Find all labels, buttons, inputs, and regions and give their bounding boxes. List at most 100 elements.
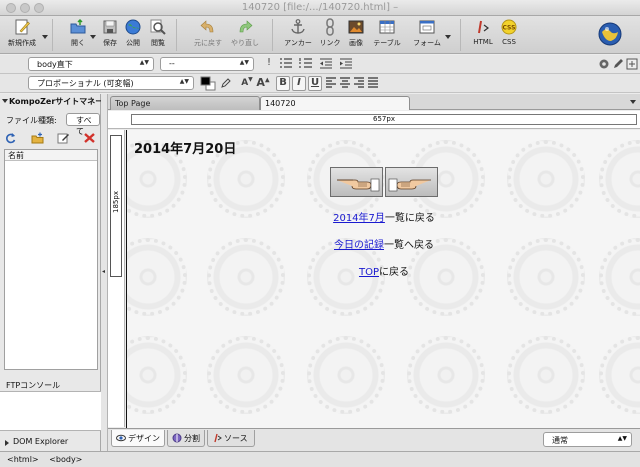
site-manager-header[interactable]: KompoZerサイトマネー — [0, 94, 101, 108]
html-validate-icon — [478, 20, 489, 34]
save-button[interactable]: 保存 — [100, 18, 120, 48]
outdent-button[interactable] — [318, 57, 334, 72]
bulleted-list-icon — [280, 58, 292, 68]
link-label: リンク — [319, 39, 341, 47]
tab-design[interactable]: デザイン — [111, 430, 165, 447]
new-folder-icon[interactable] — [31, 132, 44, 144]
tab-top-page[interactable]: Top Page — [110, 96, 260, 110]
status-tag-html[interactable]: <html> — [7, 455, 39, 464]
style-icon[interactable] — [626, 58, 638, 70]
undo-label: 元に戻す — [194, 39, 222, 47]
anchor-button[interactable]: アンカー — [282, 18, 314, 48]
new-button[interactable]: 新規作成 — [4, 18, 40, 48]
updown-arrows-icon: ▲▼ — [239, 59, 249, 66]
publish-label: 公開 — [126, 39, 140, 47]
background-gear — [407, 336, 485, 414]
magnifier-icon — [150, 19, 166, 35]
font-family-select[interactable]: プロポーショナル (可変幅) ▲▼ — [28, 76, 194, 90]
site-manager-sidebar: KompoZerサイトマネー ファイル種類: すべて 名前 FTPコンソール D… — [0, 94, 101, 451]
main-toolbar: 新規作成 開く 保存 公開 閲覧 元に戻す やり直し アンカー リンク 画像 テ… — [0, 16, 640, 54]
chain-link-icon — [326, 18, 334, 36]
form-button[interactable]: フォーム — [410, 18, 444, 48]
list-column-header[interactable]: 名前 — [5, 150, 97, 161]
daily-record-link[interactable]: 今日の記録 — [334, 240, 384, 251]
align-justify-icon — [368, 77, 378, 88]
paragraph-format-select[interactable]: body直下 ▲▼ — [28, 57, 154, 71]
split-view-icon — [172, 433, 182, 443]
anchor-label: アンカー — [284, 39, 312, 47]
tabs-list-icon[interactable] — [630, 100, 636, 104]
increase-font-size-button[interactable]: A▲ — [256, 76, 270, 91]
open-dropdown-icon[interactable] — [90, 35, 96, 39]
editor-canvas[interactable]: 2014年7月20日 2014年7月一覧に戻る 今日の記録一覧へ戻る TOPに戻… — [126, 130, 640, 428]
title-bar: 140720 [file:/.../140720.html] – — [0, 0, 640, 16]
browse-button[interactable]: 閲覧 — [146, 18, 170, 48]
background-gear — [599, 140, 640, 218]
new-dropdown-icon[interactable] — [42, 35, 48, 39]
width-indicator: 657px — [131, 114, 637, 125]
tab-source[interactable]: ソース — [207, 430, 255, 447]
top-link-line: TOPに戻る — [358, 267, 409, 278]
refresh-icon[interactable] — [4, 132, 17, 144]
open-button[interactable]: 開く — [66, 18, 90, 48]
dom-explorer-header[interactable]: DOM Explorer — [0, 435, 101, 449]
top-link[interactable]: TOP — [359, 267, 379, 278]
pointing-right-hand-icon — [388, 178, 431, 192]
image-icon — [348, 20, 364, 34]
css-class-select[interactable]: -- ▲▼ — [160, 57, 254, 71]
edit-pencil-icon[interactable] — [612, 58, 624, 70]
sidebar-splitter[interactable]: ◂ — [101, 94, 108, 451]
text-color-swatch-icon[interactable] — [200, 76, 216, 91]
background-gear — [599, 336, 640, 414]
background-gear — [507, 336, 585, 414]
edit-mode-bar: デザイン 分割 ソース 通常 ▲▼ — [108, 428, 640, 451]
status-tag-body[interactable]: <body> — [49, 455, 82, 464]
align-left-button[interactable] — [324, 76, 338, 91]
bulleted-list-button[interactable] — [278, 57, 294, 72]
html-button[interactable]: HTML — [470, 18, 496, 46]
month-link[interactable]: 2014年7月 — [333, 213, 385, 224]
gears-icon[interactable] — [598, 58, 610, 70]
decrease-font-size-button[interactable]: A▼ — [240, 76, 254, 91]
view-mode-select[interactable]: 通常 ▲▼ — [543, 432, 632, 447]
table-button[interactable]: テーブル — [370, 18, 404, 48]
document-tabs: Top Page 140720 — [108, 94, 640, 110]
site-file-list[interactable]: 名前 — [4, 149, 98, 370]
updown-arrows-icon: ▲▼ — [179, 78, 189, 85]
svg-text:CSS: CSS — [503, 25, 516, 32]
align-right-button[interactable] — [352, 76, 366, 91]
outdent-icon — [320, 58, 332, 69]
form-dropdown-icon[interactable] — [445, 35, 451, 39]
bold-button[interactable]: B — [276, 76, 290, 91]
undo-button[interactable]: 元に戻す — [190, 18, 226, 48]
tab-140720[interactable]: 140720 — [260, 96, 410, 110]
publish-button[interactable]: 公開 — [122, 18, 144, 48]
prev-page-button[interactable] — [330, 167, 383, 197]
indent-button[interactable] — [338, 57, 354, 72]
filetype-label: ファイル種類: — [6, 116, 57, 125]
redo-button[interactable]: やり直し — [228, 18, 262, 48]
link-button[interactable]: リンク — [318, 18, 342, 48]
pointing-left-hand-icon — [337, 178, 380, 192]
next-page-button[interactable] — [385, 167, 438, 197]
save-label: 保存 — [103, 39, 117, 47]
eye-icon — [116, 434, 126, 442]
underline-button[interactable]: U — [308, 76, 322, 91]
italic-button[interactable]: I — [292, 76, 306, 91]
insert-line-break-button[interactable]: ! — [262, 57, 276, 72]
css-editor-icon: CSS — [501, 19, 517, 35]
highlight-pen-icon[interactable] — [220, 77, 232, 89]
numbered-list-button[interactable] — [298, 57, 314, 72]
filetype-select[interactable]: すべて — [66, 113, 100, 136]
edit-file-icon[interactable] — [57, 132, 70, 144]
css-button[interactable]: CSS CSS — [498, 18, 520, 46]
tab-split[interactable]: 分割 — [167, 430, 205, 447]
align-center-button[interactable] — [338, 76, 352, 91]
redo-arrow-icon — [239, 20, 253, 33]
image-button[interactable]: 画像 — [346, 18, 366, 48]
delete-x-icon[interactable] — [83, 132, 96, 144]
new-label: 新規作成 — [8, 39, 36, 47]
open-label: 開く — [71, 39, 85, 47]
ftp-console-area[interactable] — [0, 391, 101, 431]
align-justify-button[interactable] — [366, 76, 380, 91]
